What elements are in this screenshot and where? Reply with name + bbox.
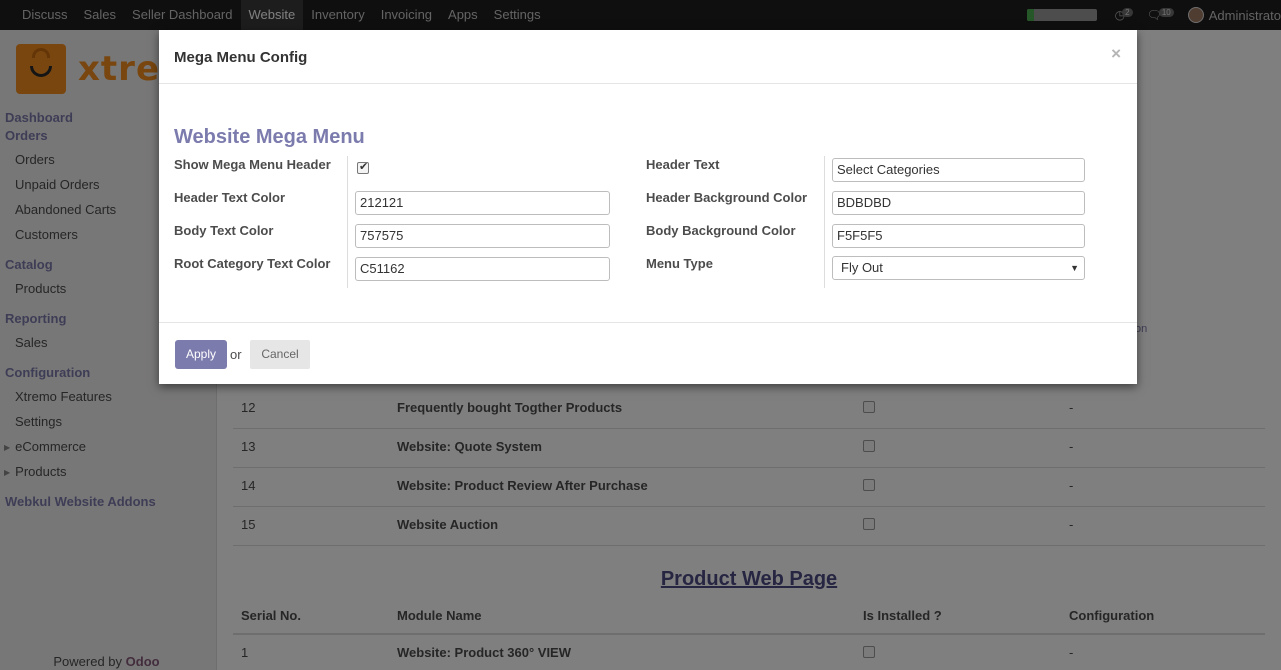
- form-title: Website Mega Menu: [174, 126, 365, 148]
- show-header-checkbox[interactable]: ✔: [357, 161, 369, 174]
- dropdown-arrow-icon: ▼: [1070, 263, 1079, 273]
- checkmark-icon: ✔: [359, 161, 369, 173]
- header-text-color-label: Header Text Color: [174, 190, 286, 205]
- body-text-color-label: Body Text Color: [174, 223, 274, 238]
- header-text-label: Header Text: [646, 157, 720, 172]
- close-icon[interactable]: ×: [1111, 44, 1121, 64]
- header-bg-color-label: Header Background Color: [646, 190, 808, 205]
- cancel-button[interactable]: Cancel: [250, 340, 310, 369]
- mega-menu-config-dialog: Mega Menu Config × Website Mega Menu Sho…: [159, 30, 1137, 384]
- modal-footer: Apply or Cancel: [159, 322, 1137, 384]
- root-category-color-input[interactable]: C51162: [355, 257, 610, 281]
- body-bg-color-input[interactable]: F5F5F5: [832, 224, 1085, 248]
- body-text-color-input[interactable]: 757575: [355, 224, 610, 248]
- show-header-label: Show Mega Menu Header: [174, 157, 331, 172]
- header-bg-color-input[interactable]: BDBDBD: [832, 191, 1085, 215]
- modal-title: Mega Menu Config: [174, 49, 308, 66]
- header-text-input[interactable]: Select Categories: [832, 158, 1085, 182]
- column-divider: [347, 156, 348, 288]
- root-category-color-label: Root Category Text Color: [174, 256, 331, 271]
- menu-type-select[interactable]: Fly Out ▼: [832, 256, 1085, 280]
- menu-type-label: Menu Type: [646, 256, 713, 271]
- header-text-color-input[interactable]: 212121: [355, 191, 610, 215]
- column-divider: [824, 156, 825, 288]
- modal-header: Mega Menu Config ×: [159, 30, 1137, 84]
- or-text: or: [230, 347, 242, 362]
- apply-button[interactable]: Apply: [175, 340, 227, 369]
- body-bg-color-label: Body Background Color: [646, 223, 796, 238]
- menu-type-selected-value: Fly Out: [841, 260, 883, 275]
